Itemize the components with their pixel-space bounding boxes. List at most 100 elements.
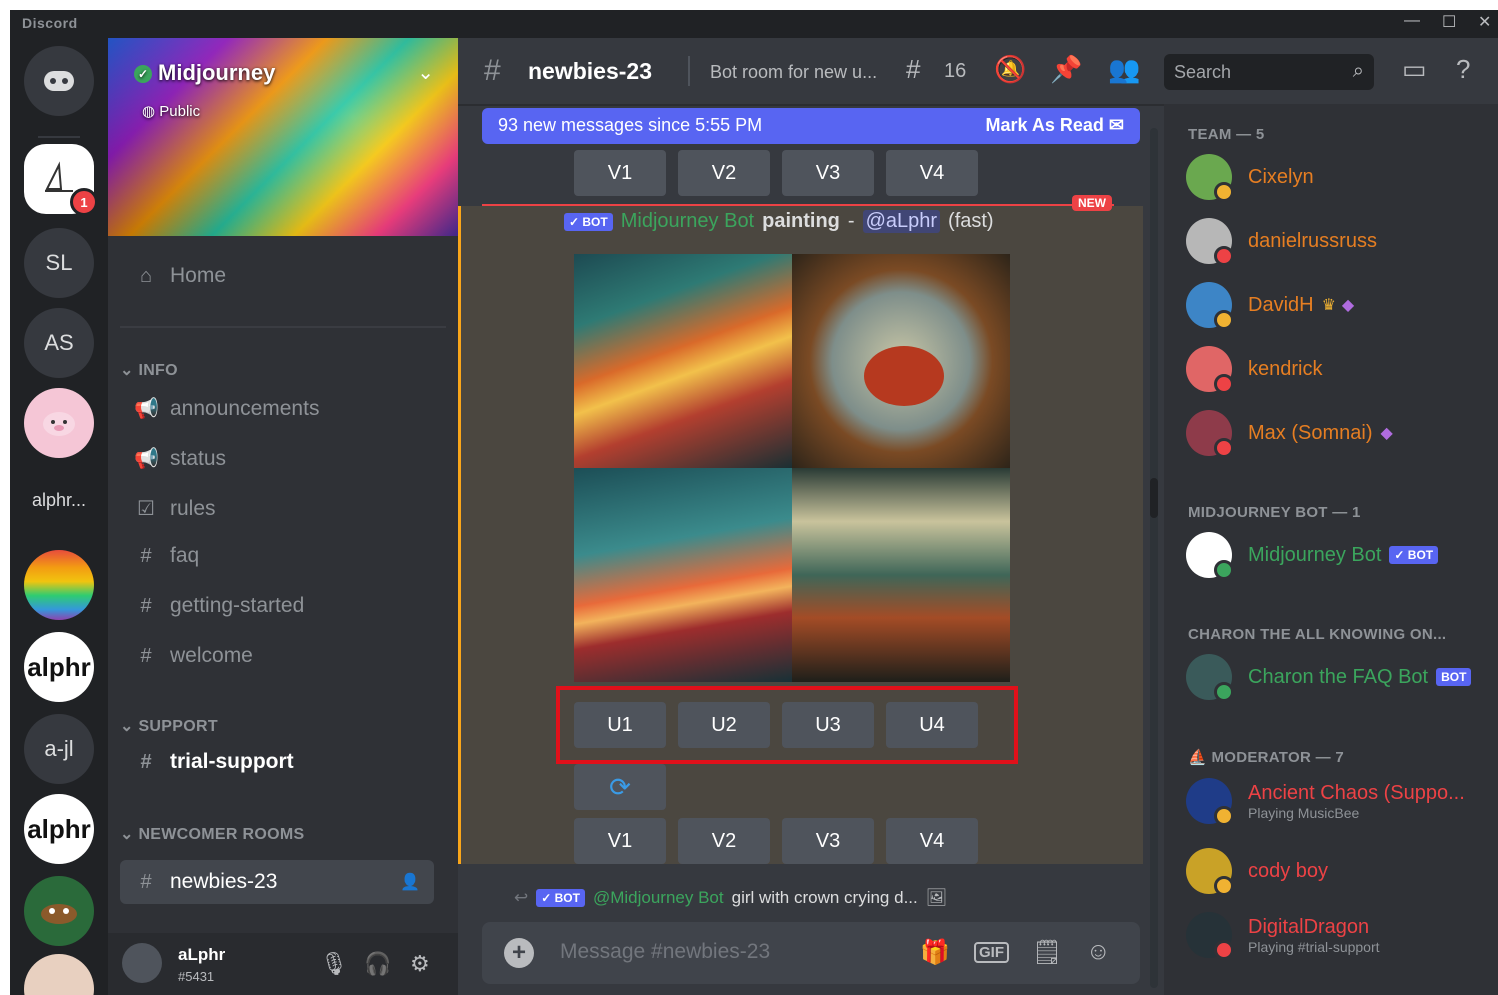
server-face-avatar[interactable]: [24, 954, 94, 995]
user-avatar[interactable]: [122, 943, 162, 983]
sticker-icon[interactable]: 🗒: [1032, 938, 1062, 967]
chat-scrollbar[interactable]: [1150, 128, 1158, 988]
notification-badge: 1: [70, 188, 98, 216]
thread-hash-icon: #: [140, 870, 152, 893]
group-moderator: ⛵ MODERATOR — 7: [1188, 749, 1344, 766]
add-member-icon[interactable]: 👤: [400, 872, 420, 892]
channel-topic[interactable]: Bot room for new u...: [710, 62, 877, 83]
help-icon[interactable]: ?: [1456, 54, 1470, 85]
reroll-button[interactable]: ⟳: [574, 764, 666, 810]
avatar: [1186, 282, 1234, 330]
server-sl[interactable]: SL: [24, 228, 94, 298]
close-button[interactable]: ✕: [1478, 12, 1491, 32]
variation-button-v1-top[interactable]: V1: [574, 150, 666, 196]
message-author[interactable]: Midjourney Bot: [621, 210, 754, 233]
bot-tag: BOT: [1436, 668, 1472, 686]
channel-rules[interactable]: ☑ rules: [134, 496, 216, 521]
server-name-header[interactable]: ✓ Midjourney: [134, 60, 275, 86]
member-davidh[interactable]: DavidH ♛ ◆: [1186, 282, 1354, 330]
hash-icon: #: [140, 594, 152, 617]
channel-faq[interactable]: # faq: [134, 544, 199, 568]
variation-button-v3-top[interactable]: V3: [782, 150, 874, 196]
server-alphr[interactable]: alphr: [24, 632, 94, 702]
threads-icon[interactable]: #: [906, 54, 920, 85]
generated-image-4[interactable]: [792, 468, 1010, 682]
pin-icon[interactable]: 📌: [1050, 54, 1082, 85]
server-alphr-folder[interactable]: alphr...: [24, 490, 94, 511]
member-digitaldragon[interactable]: DigitalDragon Playing #trial-support: [1186, 912, 1380, 960]
server-as[interactable]: AS: [24, 308, 94, 378]
channel-welcome[interactable]: # welcome: [134, 644, 252, 668]
maximize-button[interactable]: ☐: [1442, 12, 1456, 32]
chat-scroll-thumb[interactable]: [1150, 478, 1158, 518]
mute-bell-icon[interactable]: 🔕: [994, 54, 1026, 85]
new-messages-bar[interactable]: 93 new messages since 5:55 PM Mark As Re…: [482, 108, 1140, 144]
gift-icon[interactable]: 🎁: [920, 938, 950, 967]
category-support[interactable]: ⌄ SUPPORT: [120, 716, 218, 736]
public-label: ◍ Public: [142, 103, 201, 120]
channel-trial-support[interactable]: # trial-support: [134, 750, 293, 774]
message-prompt: painting: [762, 210, 840, 232]
variation-button-v3[interactable]: V3: [782, 818, 874, 864]
server-a-jl[interactable]: a-jl: [24, 714, 94, 784]
channel-status[interactable]: 📢 status: [134, 446, 226, 471]
channel-getting-started[interactable]: # getting-started: [134, 594, 304, 618]
home-button[interactable]: [24, 46, 94, 116]
gear-icon[interactable]: ⚙: [410, 951, 430, 977]
member-list-icon[interactable]: 👥: [1108, 54, 1140, 85]
image-grid[interactable]: [574, 254, 1010, 682]
variation-button-v2[interactable]: V2: [678, 818, 770, 864]
server-avatar-pink[interactable]: [24, 388, 94, 458]
new-tag: NEW: [1072, 195, 1112, 211]
new-messages-divider: [482, 204, 1114, 206]
minimize-button[interactable]: —: [1404, 12, 1420, 30]
member-cody-boy[interactable]: cody boy: [1186, 848, 1328, 896]
server-alphr-2[interactable]: alphr: [24, 794, 94, 864]
member-kendrick[interactable]: kendrick: [1186, 346, 1322, 394]
avatar: [1186, 154, 1234, 202]
generated-image-3[interactable]: [574, 468, 792, 682]
gif-button[interactable]: GIF: [974, 942, 1009, 963]
header-divider: [688, 56, 690, 86]
add-attachment-icon[interactable]: +: [504, 938, 534, 968]
reply-preview[interactable]: ↩ ✓ BOT @Midjourney Bot girl with crown …: [514, 888, 947, 908]
avatar: [1186, 912, 1234, 960]
member-danielrussruss[interactable]: danielrussruss: [1186, 218, 1377, 266]
headphones-icon[interactable]: 🎧: [364, 951, 391, 977]
member-max-somnai[interactable]: Max (Somnai) ◆: [1186, 410, 1393, 458]
user-mention[interactable]: @aLphr: [862, 210, 941, 233]
category-newcomer-rooms[interactable]: ⌄ NEWCOMER ROOMS: [120, 824, 304, 844]
discord-window: Discord — ☐ ✕ 1 SL AS alphr... alphr a-j…: [10, 10, 1498, 995]
search-input[interactable]: Search ⌕: [1164, 54, 1374, 90]
variation-button-v4-top[interactable]: V4: [886, 150, 978, 196]
message-input[interactable]: Message #newbies-23: [560, 940, 770, 964]
server-banner: ✓ Midjourney ⌄ ◍ Public: [108, 38, 458, 236]
variation-button-v2-top[interactable]: V2: [678, 150, 770, 196]
megaphone-icon: 📢: [134, 398, 159, 420]
variation-button-v1[interactable]: V1: [574, 818, 666, 864]
channel-announcements[interactable]: 📢 announcements: [134, 396, 319, 421]
message-composer[interactable]: + Message #newbies-23 🎁 GIF 🗒 ☺: [482, 922, 1140, 984]
server-game-avatar[interactable]: [24, 876, 94, 946]
mark-as-read-button[interactable]: Mark As Read ✉: [986, 115, 1125, 136]
reply-arrow-icon: ↩: [514, 888, 529, 907]
channel-newbies-23[interactable]: # newbies-23 👤: [120, 860, 434, 904]
chevron-down-icon[interactable]: ⌄: [417, 60, 434, 85]
variation-button-v4[interactable]: V4: [886, 818, 978, 864]
microphone-icon[interactable]: 🎙: [320, 951, 348, 977]
server-rainbow[interactable]: [24, 550, 94, 620]
category-info[interactable]: ⌄ INFO: [120, 360, 178, 380]
member-charon-faq-bot[interactable]: Charon the FAQ Bot BOT: [1186, 654, 1472, 702]
generated-image-2[interactable]: [792, 254, 1010, 468]
server-midjourney[interactable]: 1: [24, 144, 98, 216]
hash-icon: #: [140, 644, 152, 667]
member-midjourney-bot[interactable]: Midjourney Bot ✓ BOT: [1186, 532, 1439, 580]
refresh-icon: ⟳: [609, 771, 631, 802]
inbox-icon[interactable]: ▭: [1402, 54, 1427, 85]
emoji-icon[interactable]: ☺: [1086, 938, 1111, 966]
group-midjourney-bot: MIDJOURNEY BOT — 1: [1188, 504, 1361, 521]
nav-home[interactable]: ⌂ Home: [134, 264, 226, 288]
member-cixelyn[interactable]: Cixelyn: [1186, 154, 1314, 202]
generated-image-1[interactable]: [574, 254, 792, 468]
member-ancient-chaos[interactable]: Ancient Chaos (Suppo... Playing MusicBee: [1186, 778, 1465, 826]
